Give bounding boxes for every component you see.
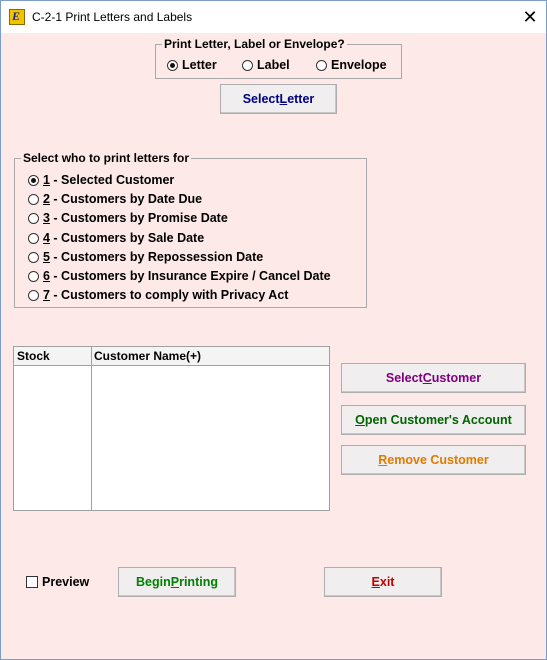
remove-customer-post: emove Customer bbox=[387, 453, 489, 467]
select-letter-post: etter bbox=[287, 92, 315, 106]
open-account-button[interactable]: Open Customer's Account bbox=[341, 405, 526, 435]
begin-printing-pre: Begin bbox=[136, 575, 171, 589]
print-type-legend: Print Letter, Label or Envelope? bbox=[164, 37, 345, 51]
radio-who-7-indicator bbox=[28, 289, 39, 301]
radio-envelope-indicator bbox=[316, 59, 327, 71]
radio-who-7-label: - Customers to comply with Privacy Act bbox=[49, 288, 289, 302]
radio-who-2-label: - Customers by Date Due bbox=[49, 192, 203, 206]
select-customer-button[interactable]: Select Customer bbox=[341, 363, 526, 393]
exit-mnemonic: E bbox=[371, 575, 380, 589]
app-icon: E bbox=[9, 9, 25, 25]
grid-column-divider bbox=[91, 347, 92, 510]
preview-checkbox-box bbox=[26, 576, 38, 588]
radio-who-3-indicator bbox=[28, 212, 39, 224]
radio-who-6-indicator bbox=[28, 270, 39, 282]
radio-letter-indicator bbox=[167, 59, 178, 71]
begin-printing-post: rinting bbox=[179, 575, 218, 589]
customer-grid[interactable]: Stock Customer Name(+) bbox=[13, 346, 330, 511]
radio-who-6-key: 6 bbox=[43, 269, 50, 283]
radio-who-6-label: - Customers by Insurance Expire / Cancel… bbox=[49, 269, 331, 283]
open-account-post: pen Customer's Account bbox=[364, 413, 512, 427]
preview-label: Preview bbox=[42, 575, 90, 589]
radio-who-2[interactable]: 2 - Customers by Date Due bbox=[28, 192, 202, 206]
open-account-mnemonic: O bbox=[355, 413, 365, 427]
select-customer-mnemonic: C bbox=[422, 371, 432, 385]
radio-label-label: Label bbox=[257, 58, 290, 72]
radio-who-4-indicator bbox=[28, 232, 39, 244]
radio-envelope-label: Envelope bbox=[331, 58, 387, 72]
begin-printing-button[interactable]: Begin Printing bbox=[118, 567, 236, 597]
radio-who-4-label: - Customers by Sale Date bbox=[49, 231, 205, 245]
remove-customer-mnemonic: R bbox=[378, 453, 388, 467]
column-stock[interactable]: Stock bbox=[17, 349, 50, 363]
radio-who-5[interactable]: 5 - Customers by Repossession Date bbox=[28, 250, 263, 264]
radio-who-4[interactable]: 4 - Customers by Sale Date bbox=[28, 231, 204, 245]
radio-label-indicator bbox=[242, 59, 253, 71]
exit-button[interactable]: Exit bbox=[324, 567, 442, 597]
remove-customer-button[interactable]: Remove Customer bbox=[341, 445, 526, 475]
grid-header: Stock Customer Name(+) bbox=[14, 347, 329, 366]
radio-letter[interactable]: Letter bbox=[167, 58, 217, 72]
radio-who-4-key: 4 bbox=[43, 231, 50, 245]
radio-who-2-key: 2 bbox=[43, 192, 50, 206]
select-customer-post: ustomer bbox=[431, 371, 482, 385]
radio-who-1-key: 1 bbox=[43, 173, 50, 187]
exit-post: xit bbox=[379, 575, 395, 589]
select-letter-button[interactable]: Select Letter bbox=[220, 84, 337, 114]
print-letters-window: E C-2-1 Print Letters and Labels ✕ Print… bbox=[0, 0, 547, 660]
radio-who-3[interactable]: 3 - Customers by Promise Date bbox=[28, 211, 228, 225]
title-bar: E C-2-1 Print Letters and Labels ✕ bbox=[1, 1, 546, 33]
app-icon-letter: E bbox=[12, 9, 21, 23]
radio-who-6[interactable]: 6 - Customers by Insurance Expire / Canc… bbox=[28, 269, 331, 283]
column-customer-name[interactable]: Customer Name(+) bbox=[94, 349, 201, 363]
begin-printing-mnemonic: P bbox=[170, 575, 180, 589]
radio-label[interactable]: Label bbox=[242, 58, 290, 72]
radio-who-7-key: 7 bbox=[43, 288, 50, 302]
close-icon[interactable]: ✕ bbox=[516, 5, 544, 29]
radio-who-5-label: - Customers by Repossession Date bbox=[49, 250, 264, 264]
radio-who-1-label: - Selected Customer bbox=[49, 173, 175, 187]
select-letter-pre: Select bbox=[242, 92, 280, 106]
radio-who-2-indicator bbox=[28, 193, 39, 205]
radio-who-7[interactable]: 7 - Customers to comply with Privacy Act bbox=[28, 288, 288, 302]
window-title: C-2-1 Print Letters and Labels bbox=[32, 10, 193, 24]
who-legend: Select who to print letters for bbox=[23, 151, 190, 165]
radio-who-3-label: - Customers by Promise Date bbox=[49, 211, 228, 225]
radio-letter-label: Letter bbox=[182, 58, 217, 72]
select-customer-pre: Select bbox=[385, 371, 423, 385]
preview-checkbox[interactable]: Preview bbox=[26, 575, 89, 589]
radio-who-1[interactable]: 1 - Selected Customer bbox=[28, 173, 174, 187]
radio-who-5-key: 5 bbox=[43, 250, 50, 264]
radio-who-1-indicator bbox=[28, 174, 39, 186]
radio-who-5-indicator bbox=[28, 251, 39, 263]
select-letter-mnemonic: L bbox=[279, 92, 288, 106]
radio-who-3-key: 3 bbox=[43, 211, 50, 225]
radio-envelope[interactable]: Envelope bbox=[316, 58, 387, 72]
